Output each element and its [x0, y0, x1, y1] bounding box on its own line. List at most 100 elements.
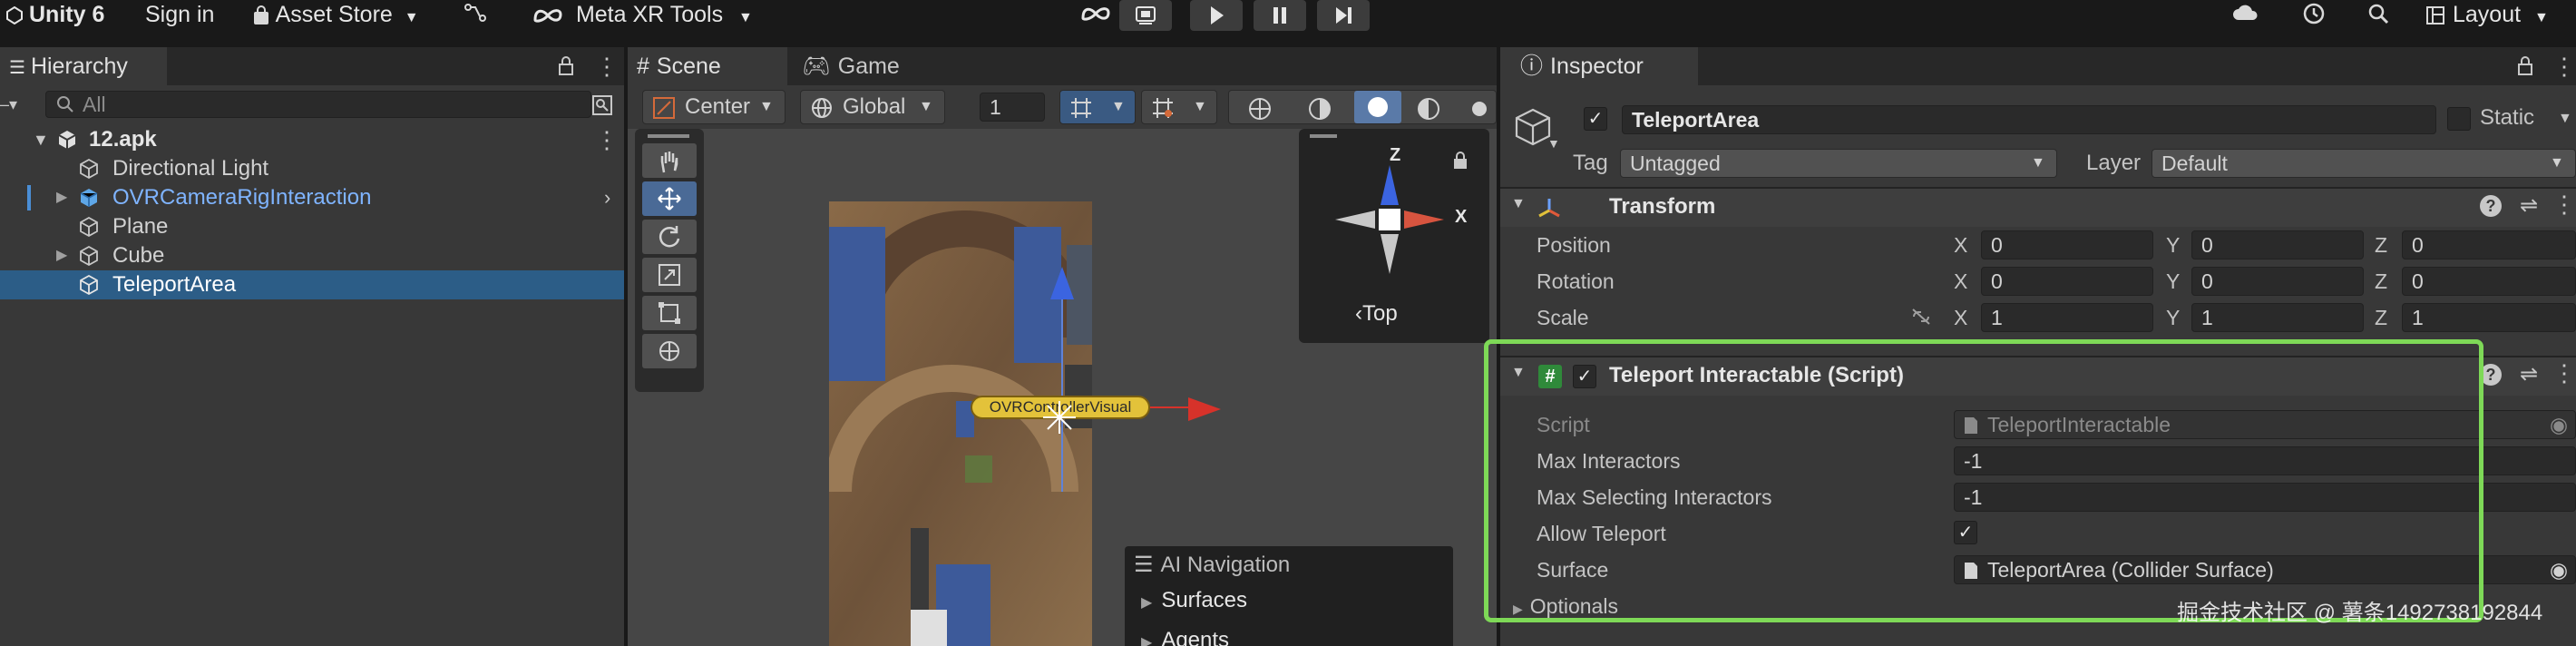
rotation-x-input[interactable]: 0: [1981, 267, 2153, 296]
transform-title: Transform: [1609, 194, 1716, 219]
chevron-right-icon[interactable]: ▶: [56, 183, 67, 212]
hierarchy-item[interactable]: ▶ Cube: [0, 241, 624, 270]
pause-button[interactable]: [1254, 0, 1306, 31]
object-name-input[interactable]: TeleportArea: [1622, 105, 2436, 134]
rotate-tool-button[interactable]: [642, 220, 697, 254]
transform-header[interactable]: ▼ Transform ? ⇌ ⋮: [1500, 189, 2576, 227]
gizmo-z-label: Z: [1390, 145, 1401, 165]
inspector-panel: ⓘ Inspector ⋮ ▼ ✓ TeleportArea Static ▼ T…: [1484, 47, 2576, 646]
add-dropdown-icon[interactable]: –▾: [0, 91, 27, 118]
pivot-mode-dropdown[interactable]: Center ▼: [642, 90, 785, 124]
constrain-proportions-icon[interactable]: [1910, 307, 1932, 327]
scale-y-input[interactable]: 1: [2191, 303, 2364, 332]
shaded-wireframe-icon[interactable]: [1307, 96, 1332, 122]
scale-tool-button[interactable]: [642, 258, 697, 292]
chevron-right-icon[interactable]: ›: [604, 183, 610, 212]
hierarchy-item-selected[interactable]: TeleportArea: [0, 270, 624, 299]
hierarchy-search-input[interactable]: All: [45, 91, 591, 118]
scene-root-item[interactable]: ▼ 12.apk ⋮: [0, 125, 624, 154]
tag-dropdown[interactable]: Untagged ▼: [1620, 149, 2057, 178]
sun-icon[interactable]: [1467, 96, 1492, 122]
active-checkbox[interactable]: ✓: [1584, 107, 1607, 131]
increment-snap-toggle[interactable]: ▼: [1141, 90, 1217, 124]
orientation-gizmo[interactable]: Z X ‹Top: [1299, 129, 1489, 343]
axis-y-label: Y: [2166, 233, 2181, 257]
lock-icon[interactable]: [1451, 151, 1469, 171]
more-options-icon[interactable]: ⋮: [2552, 53, 2576, 81]
more-options-icon[interactable]: ⋮: [2552, 359, 2576, 387]
overlay-item-agents[interactable]: ▶ Agents: [1141, 628, 1229, 646]
position-z-input[interactable]: 0: [2402, 230, 2576, 259]
preset-icon[interactable]: ⇌: [2520, 361, 2538, 387]
layer-dropdown[interactable]: Default ▼: [2152, 149, 2576, 178]
asset-store-button[interactable]: Asset Store ▼: [252, 0, 419, 29]
drag-handle[interactable]: [1310, 134, 1337, 138]
unity-account-button[interactable]: Unity 6: [5, 0, 104, 29]
view-mode-label[interactable]: ‹Top: [1355, 301, 1398, 327]
layout-dropdown[interactable]: Layout ▼: [2425, 0, 2549, 29]
hand-tool-button[interactable]: [642, 143, 697, 178]
cloud-icon[interactable]: [2231, 0, 2260, 29]
transform-tool-button[interactable]: [642, 334, 697, 368]
help-icon[interactable]: ?: [2480, 195, 2502, 217]
step-button[interactable]: [1317, 0, 1370, 31]
hierarchy-item[interactable]: ▶ OVRCameraRigInteraction ›: [0, 183, 624, 212]
chevron-down-icon[interactable]: ▼: [1547, 136, 1560, 151]
more-options-icon[interactable]: ⋮: [595, 125, 619, 154]
tag-label: Tag: [1573, 151, 1608, 175]
rotation-y-input[interactable]: 0: [2191, 267, 2364, 296]
meta-xr-tools-button[interactable]: Meta XR Tools ▼: [532, 0, 753, 29]
overlay-item-surfaces[interactable]: ▶ Surfaces: [1141, 588, 1247, 613]
scale-z-input[interactable]: 1: [2402, 303, 2576, 332]
device-simulator-button[interactable]: [1119, 0, 1172, 31]
object-picker-icon[interactable]: ◉: [2550, 556, 2568, 583]
version-control-icon[interactable]: [463, 0, 488, 29]
position-x-input[interactable]: 0: [1981, 230, 2153, 259]
axis-x-label: X: [1954, 306, 1968, 329]
play-button[interactable]: [1190, 0, 1243, 31]
more-options-icon[interactable]: ⋮: [595, 53, 619, 81]
tab-inspector[interactable]: ⓘ Inspector: [1500, 47, 1698, 85]
history-icon[interactable]: [2300, 0, 2327, 29]
hierarchy-item[interactable]: Plane: [0, 212, 624, 241]
chevron-right-icon[interactable]: ▶: [56, 241, 67, 270]
unlit-icon[interactable]: [1416, 96, 1441, 122]
grid-size-input[interactable]: 1: [980, 93, 1045, 122]
tab-hierarchy[interactable]: ☰ Hierarchy: [0, 47, 167, 85]
lock-icon[interactable]: [557, 55, 575, 77]
x-arrow-icon[interactable]: [1188, 397, 1221, 421]
lock-icon[interactable]: [2516, 55, 2534, 77]
rect-tool-button[interactable]: [642, 296, 697, 330]
axis-z-label: Z: [2375, 306, 2388, 329]
z-arrow-icon[interactable]: [1050, 267, 1074, 299]
meta-quest-icon[interactable]: [1079, 0, 1112, 29]
drag-handle[interactable]: [648, 134, 689, 138]
rotation-z-input[interactable]: 0: [2402, 267, 2576, 296]
search-by-type-icon[interactable]: [591, 94, 613, 116]
scene-viewport[interactable]: OVRControllerVisual: [628, 129, 1497, 646]
overlay-item-label: Agents: [1161, 628, 1230, 646]
tab-game[interactable]: 🎮︎ Game: [793, 47, 947, 85]
chevron-down-icon[interactable]: ▼: [2558, 111, 2572, 127]
wireframe-icon[interactable]: [1247, 96, 1273, 122]
overlay-header[interactable]: ☰ AI Navigation: [1134, 552, 1290, 578]
space-mode-dropdown[interactable]: Global ▼: [800, 90, 945, 124]
shading-mode-group: [1228, 90, 1497, 124]
scale-x-input[interactable]: 1: [1981, 303, 2153, 332]
gamepad-icon: 🎮︎: [802, 54, 831, 79]
move-handle-z-axis[interactable]: [1061, 274, 1063, 492]
rotate-icon: [659, 226, 680, 248]
more-options-icon[interactable]: ⋮: [2552, 191, 2576, 219]
hierarchy-item[interactable]: Directional Light: [0, 154, 624, 183]
sign-in-button[interactable]: Sign in: [145, 0, 214, 29]
position-y-input[interactable]: 0: [2191, 230, 2364, 259]
search-icon[interactable]: [2366, 0, 2393, 29]
tab-scene[interactable]: # Scene: [628, 47, 787, 85]
grid-snap-toggle[interactable]: ▼: [1059, 90, 1136, 124]
static-checkbox[interactable]: [2447, 107, 2471, 131]
move-tool-button[interactable]: [642, 181, 697, 216]
preset-icon[interactable]: ⇌: [2520, 192, 2538, 219]
scene-name: 12.apk: [89, 127, 157, 152]
hierarchy-item-label: OVRCameraRigInteraction: [112, 185, 372, 210]
pause-icon: [1273, 7, 1286, 24]
